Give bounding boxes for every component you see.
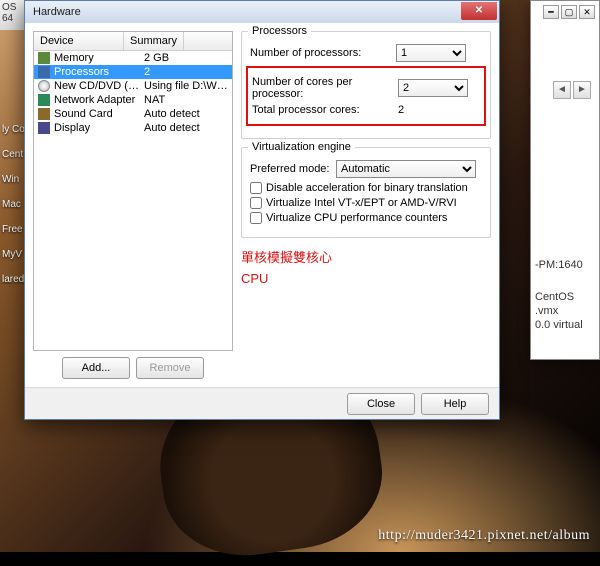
dialog-title: Hardware [29,6,81,18]
checkbox-label: Virtualize Intel VT-x/EPT or AMD-V/RVI [266,197,457,209]
processors-group: Processors Number of processors: 1 Numbe… [241,31,491,139]
device-icon [38,122,50,134]
add-button[interactable]: Add... [62,357,130,379]
dialog-footer: Close Help [25,387,499,419]
device-icon [38,108,50,120]
preferred-mode-select[interactable]: Automatic [336,160,476,178]
device-name: Sound Card [54,108,140,120]
device-row[interactable]: New CD/DVD (I... Using file D:\Win10TechP… [34,79,232,93]
device-row[interactable]: Memory 2 GB [34,51,232,65]
device-list[interactable]: Device Summary Memory2 GBProcessors2New … [33,31,233,351]
device-summary: 2 GB [144,52,228,64]
cores-per-processor-select[interactable]: 2 [398,79,468,97]
close-icon[interactable]: ✕ [579,5,595,19]
total-cores-value: 2 [398,104,418,116]
side-line: 0.0 virtual [535,319,583,331]
device-name: Processors [54,66,140,78]
disable-accel-checkbox[interactable] [250,182,262,194]
watermark-text: http://muder3421.pixnet.net/album [378,528,590,544]
remove-button[interactable]: Remove [136,357,204,379]
device-icon [38,52,50,64]
device-name: Display [54,122,140,134]
device-row[interactable]: Display Auto detect [34,121,232,135]
close-dialog-button[interactable]: Close [347,393,415,415]
device-icon [38,94,50,106]
device-summary: NAT [144,94,228,106]
device-summary: 2 [144,66,228,78]
cores-per-processor-label: Number of cores per processor: [252,76,392,100]
titlebar[interactable]: Hardware ✕ [25,1,499,23]
virtualize-vt-checkbox[interactable] [250,197,262,209]
device-icon [38,66,50,78]
device-row[interactable]: Sound Card Auto detect [34,107,232,121]
checkbox-label: Disable acceleration for binary translat… [266,182,468,194]
minimize-icon[interactable]: ━ [543,5,559,19]
nav-fwd-icon[interactable]: ► [573,81,591,99]
total-cores-label: Total processor cores: [252,104,392,116]
device-row[interactable]: Processors 2 [34,65,232,79]
virtualization-group: Virtualization engine Preferred mode: Au… [241,147,491,238]
preferred-mode-label: Preferred mode: [250,163,330,175]
group-title: Processors [248,25,311,37]
device-name: New CD/DVD (I... [54,80,140,92]
device-name: Network Adapter [54,94,140,106]
maximize-icon[interactable]: ▢ [561,5,577,19]
virtualize-counters-checkbox[interactable] [250,212,262,224]
device-list-header: Device Summary [34,32,232,51]
device-summary: Auto detect [144,108,228,120]
device-icon [38,80,50,92]
device-summary: Using file D:\Win10TechPreview-x... [144,80,228,92]
close-button[interactable]: ✕ [461,2,497,20]
checkbox-label: Virtualize CPU performance counters [266,212,447,224]
annotation-text: 單核模擬雙核心 CPU [241,248,491,290]
device-row[interactable]: Network Adapter NAT [34,93,232,107]
device-summary: Auto detect [144,122,228,134]
num-processors-label: Number of processors: [250,47,390,59]
help-button[interactable]: Help [421,393,489,415]
hardware-dialog: Hardware ✕ Device Summary Memory2 GBProc… [24,0,500,420]
background-window: ━ ▢ ✕ ◄ ► -PM:1640 CentOS .vmx 0.0 virtu… [530,0,600,360]
side-line: .vmx [535,305,558,317]
nav-back-icon[interactable]: ◄ [553,81,571,99]
num-processors-select[interactable]: 1 [396,44,466,62]
group-title: Virtualization engine [248,141,355,153]
highlight-box: Number of cores per processor: 2 Total p… [246,66,486,126]
side-time: -PM:1640 [535,259,583,271]
side-line: CentOS [535,291,574,303]
device-name: Memory [54,52,140,64]
